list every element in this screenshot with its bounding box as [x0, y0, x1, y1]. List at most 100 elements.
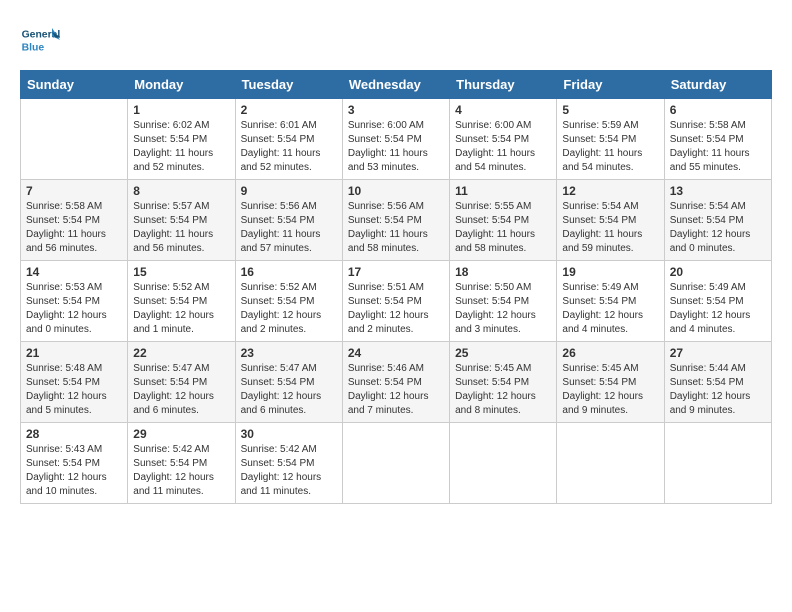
calendar-cell: 22 Sunrise: 5:47 AMSunset: 5:54 PMDaylig… [128, 342, 235, 423]
calendar-cell: 14 Sunrise: 5:53 AMSunset: 5:54 PMDaylig… [21, 261, 128, 342]
day-info: Sunrise: 5:48 AMSunset: 5:54 PMDaylight:… [26, 363, 107, 416]
weekday-header-monday: Monday [128, 71, 235, 99]
day-info: Sunrise: 5:51 AMSunset: 5:54 PMDaylight:… [348, 282, 429, 335]
day-info: Sunrise: 5:45 AMSunset: 5:54 PMDaylight:… [562, 363, 643, 416]
day-info: Sunrise: 6:00 AMSunset: 5:54 PMDaylight:… [455, 120, 535, 173]
day-number: 4 [455, 103, 551, 117]
calendar-cell: 6 Sunrise: 5:58 AMSunset: 5:54 PMDayligh… [664, 99, 771, 180]
day-info: Sunrise: 5:56 AMSunset: 5:54 PMDaylight:… [348, 201, 428, 254]
weekday-header-sunday: Sunday [21, 71, 128, 99]
day-info: Sunrise: 5:56 AMSunset: 5:54 PMDaylight:… [241, 201, 321, 254]
day-info: Sunrise: 5:49 AMSunset: 5:54 PMDaylight:… [562, 282, 643, 335]
calendar-cell: 18 Sunrise: 5:50 AMSunset: 5:54 PMDaylig… [450, 261, 557, 342]
calendar-cell: 9 Sunrise: 5:56 AMSunset: 5:54 PMDayligh… [235, 180, 342, 261]
day-number: 30 [241, 427, 337, 441]
calendar-cell: 12 Sunrise: 5:54 AMSunset: 5:54 PMDaylig… [557, 180, 664, 261]
weekday-header-saturday: Saturday [664, 71, 771, 99]
day-info: Sunrise: 5:58 AMSunset: 5:54 PMDaylight:… [26, 201, 106, 254]
calendar-cell [557, 423, 664, 504]
day-number: 26 [562, 346, 658, 360]
calendar-cell: 8 Sunrise: 5:57 AMSunset: 5:54 PMDayligh… [128, 180, 235, 261]
day-info: Sunrise: 5:42 AMSunset: 5:54 PMDaylight:… [133, 444, 214, 497]
calendar-cell [450, 423, 557, 504]
day-number: 28 [26, 427, 122, 441]
day-info: Sunrise: 5:52 AMSunset: 5:54 PMDaylight:… [133, 282, 214, 335]
logo: General Blue [20, 20, 64, 60]
calendar-cell: 27 Sunrise: 5:44 AMSunset: 5:54 PMDaylig… [664, 342, 771, 423]
day-info: Sunrise: 5:50 AMSunset: 5:54 PMDaylight:… [455, 282, 536, 335]
calendar-cell: 13 Sunrise: 5:54 AMSunset: 5:54 PMDaylig… [664, 180, 771, 261]
calendar-cell: 17 Sunrise: 5:51 AMSunset: 5:54 PMDaylig… [342, 261, 449, 342]
day-info: Sunrise: 5:53 AMSunset: 5:54 PMDaylight:… [26, 282, 107, 335]
day-number: 18 [455, 265, 551, 279]
day-number: 22 [133, 346, 229, 360]
calendar-cell: 23 Sunrise: 5:47 AMSunset: 5:54 PMDaylig… [235, 342, 342, 423]
day-number: 21 [26, 346, 122, 360]
day-number: 27 [670, 346, 766, 360]
calendar-cell: 2 Sunrise: 6:01 AMSunset: 5:54 PMDayligh… [235, 99, 342, 180]
day-number: 10 [348, 184, 444, 198]
day-info: Sunrise: 5:42 AMSunset: 5:54 PMDaylight:… [241, 444, 322, 497]
day-info: Sunrise: 5:45 AMSunset: 5:54 PMDaylight:… [455, 363, 536, 416]
day-info: Sunrise: 5:57 AMSunset: 5:54 PMDaylight:… [133, 201, 213, 254]
calendar-cell: 20 Sunrise: 5:49 AMSunset: 5:54 PMDaylig… [664, 261, 771, 342]
calendar-cell: 15 Sunrise: 5:52 AMSunset: 5:54 PMDaylig… [128, 261, 235, 342]
day-number: 3 [348, 103, 444, 117]
day-number: 11 [455, 184, 551, 198]
day-number: 16 [241, 265, 337, 279]
day-number: 19 [562, 265, 658, 279]
day-info: Sunrise: 5:47 AMSunset: 5:54 PMDaylight:… [241, 363, 322, 416]
calendar-table: SundayMondayTuesdayWednesdayThursdayFrid… [20, 70, 772, 504]
day-number: 25 [455, 346, 551, 360]
day-info: Sunrise: 5:54 AMSunset: 5:54 PMDaylight:… [562, 201, 642, 254]
calendar-cell: 24 Sunrise: 5:46 AMSunset: 5:54 PMDaylig… [342, 342, 449, 423]
day-number: 29 [133, 427, 229, 441]
day-number: 14 [26, 265, 122, 279]
calendar-cell: 3 Sunrise: 6:00 AMSunset: 5:54 PMDayligh… [342, 99, 449, 180]
calendar-cell: 4 Sunrise: 6:00 AMSunset: 5:54 PMDayligh… [450, 99, 557, 180]
day-info: Sunrise: 5:58 AMSunset: 5:54 PMDaylight:… [670, 120, 750, 173]
calendar-cell: 11 Sunrise: 5:55 AMSunset: 5:54 PMDaylig… [450, 180, 557, 261]
calendar-cell: 26 Sunrise: 5:45 AMSunset: 5:54 PMDaylig… [557, 342, 664, 423]
calendar-cell: 7 Sunrise: 5:58 AMSunset: 5:54 PMDayligh… [21, 180, 128, 261]
calendar-cell: 5 Sunrise: 5:59 AMSunset: 5:54 PMDayligh… [557, 99, 664, 180]
day-info: Sunrise: 5:43 AMSunset: 5:54 PMDaylight:… [26, 444, 107, 497]
day-number: 2 [241, 103, 337, 117]
day-number: 9 [241, 184, 337, 198]
weekday-header-friday: Friday [557, 71, 664, 99]
day-info: Sunrise: 6:02 AMSunset: 5:54 PMDaylight:… [133, 120, 213, 173]
day-number: 24 [348, 346, 444, 360]
day-info: Sunrise: 6:01 AMSunset: 5:54 PMDaylight:… [241, 120, 321, 173]
day-info: Sunrise: 6:00 AMSunset: 5:54 PMDaylight:… [348, 120, 428, 173]
day-number: 7 [26, 184, 122, 198]
calendar-cell: 10 Sunrise: 5:56 AMSunset: 5:54 PMDaylig… [342, 180, 449, 261]
day-info: Sunrise: 5:54 AMSunset: 5:54 PMDaylight:… [670, 201, 751, 254]
day-number: 15 [133, 265, 229, 279]
calendar-cell: 28 Sunrise: 5:43 AMSunset: 5:54 PMDaylig… [21, 423, 128, 504]
svg-text:Blue: Blue [22, 42, 45, 53]
weekday-header-wednesday: Wednesday [342, 71, 449, 99]
day-number: 12 [562, 184, 658, 198]
calendar-cell: 25 Sunrise: 5:45 AMSunset: 5:54 PMDaylig… [450, 342, 557, 423]
calendar-cell: 1 Sunrise: 6:02 AMSunset: 5:54 PMDayligh… [128, 99, 235, 180]
day-info: Sunrise: 5:59 AMSunset: 5:54 PMDaylight:… [562, 120, 642, 173]
day-info: Sunrise: 5:55 AMSunset: 5:54 PMDaylight:… [455, 201, 535, 254]
day-number: 17 [348, 265, 444, 279]
calendar-cell: 30 Sunrise: 5:42 AMSunset: 5:54 PMDaylig… [235, 423, 342, 504]
weekday-header-thursday: Thursday [450, 71, 557, 99]
day-number: 6 [670, 103, 766, 117]
day-number: 8 [133, 184, 229, 198]
weekday-header-tuesday: Tuesday [235, 71, 342, 99]
day-info: Sunrise: 5:49 AMSunset: 5:54 PMDaylight:… [670, 282, 751, 335]
day-info: Sunrise: 5:47 AMSunset: 5:54 PMDaylight:… [133, 363, 214, 416]
calendar-cell: 21 Sunrise: 5:48 AMSunset: 5:54 PMDaylig… [21, 342, 128, 423]
day-number: 13 [670, 184, 766, 198]
calendar-cell [664, 423, 771, 504]
day-number: 1 [133, 103, 229, 117]
day-number: 20 [670, 265, 766, 279]
calendar-cell [342, 423, 449, 504]
calendar-cell [21, 99, 128, 180]
day-info: Sunrise: 5:44 AMSunset: 5:54 PMDaylight:… [670, 363, 751, 416]
day-number: 23 [241, 346, 337, 360]
day-info: Sunrise: 5:52 AMSunset: 5:54 PMDaylight:… [241, 282, 322, 335]
